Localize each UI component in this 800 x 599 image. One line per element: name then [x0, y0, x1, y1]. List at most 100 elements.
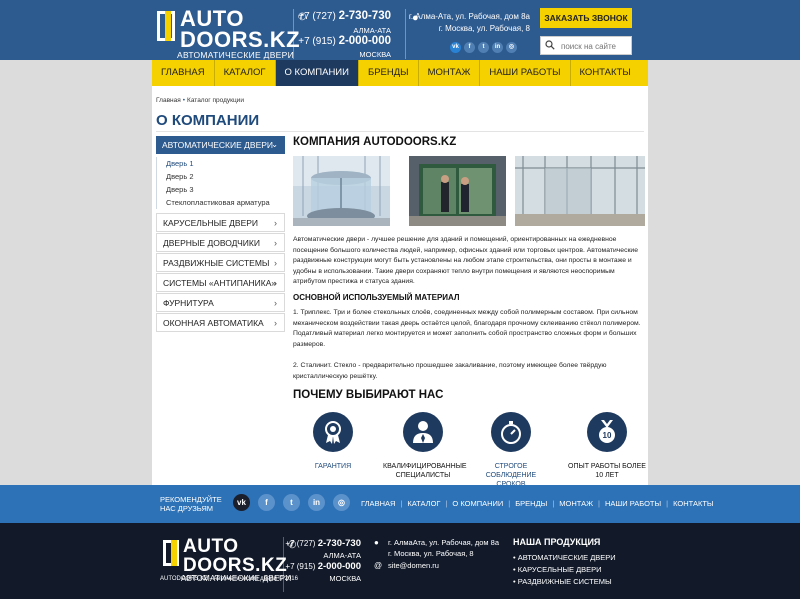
chevron-right-icon: ›: [274, 318, 277, 328]
vk-icon[interactable]: vk: [233, 494, 250, 511]
why-item-experience: 10 ОПЫТ РАБОТЫ БОЛЕЕ 10 ЛЕТ: [567, 412, 647, 480]
breadcrumb-separator: •: [182, 97, 186, 104]
footer-nav-brands[interactable]: БРЕНДЫ: [510, 499, 552, 508]
vk-icon[interactable]: vk: [450, 42, 461, 53]
intro-text: Автоматические двери - лучшее решение дл…: [293, 236, 639, 285]
footer-nav-home[interactable]: ГЛАВНАЯ: [356, 499, 400, 508]
footer-email[interactable]: @ site@domen.ru: [370, 561, 439, 570]
sidebar-subitem[interactable]: Стеклопластиковая арматура: [156, 196, 285, 209]
material-stalinit-text: 2. Сталинит. Стекло - предварительно про…: [293, 362, 607, 380]
nav-brands[interactable]: БРЕНДЫ: [359, 60, 419, 86]
share-social-links: vk f t in ◎: [233, 494, 350, 511]
chevron-right-icon: ›: [274, 258, 277, 268]
footer-nav-contacts[interactable]: КОНТАКТЫ: [668, 499, 718, 508]
content-area: Главная • Каталог продукции О КОМПАНИИ АВТ…: [152, 86, 648, 488]
product-label: РАЗДВИЖНЫЕ СИСТЕМЫ: [517, 577, 612, 586]
sidebar-item-door-closers[interactable]: ДВЕРНЫЕ ДОВОДЧИКИ ›: [156, 233, 285, 252]
linkedin-icon[interactable]: in: [308, 494, 325, 511]
location-pin-icon: ●: [374, 538, 379, 547]
facebook-icon[interactable]: f: [464, 42, 475, 53]
phone-city-moscow: МОСКВА: [359, 50, 391, 59]
page-title: О КОМПАНИИ: [156, 112, 260, 129]
at-sign-icon: @: [374, 561, 383, 570]
site-logo[interactable]: AUTO DOORS.KZ АВТОМАТИЧЕСКИЕ ДВЕРИ: [157, 8, 300, 60]
search-icon[interactable]: [545, 40, 555, 50]
main-nav: ГЛАВНАЯ КАТАЛОГ О КОМПАНИИ БРЕНДЫ МОНТАЖ…: [152, 60, 648, 86]
footer-nav-installation[interactable]: МОНТАЖ: [554, 499, 598, 508]
why-us-heading: ПОЧЕМУ ВЫБИРАЮТ НАС: [293, 389, 444, 401]
twitter-icon[interactable]: t: [478, 42, 489, 53]
footer-products: НАША ПРОДУКЦИЯ • АВТОМАТИЧЕСКИЕ ДВЕРИ • …: [513, 537, 616, 588]
instagram-icon[interactable]: ◎: [333, 494, 350, 511]
nav-home[interactable]: ГЛАВНАЯ: [152, 60, 215, 86]
sidebar-item-label: ДВЕРНЫЕ ДОВОДЧИКИ: [163, 238, 260, 248]
address-moscow: г. Москва, ул. Рабочая, 8: [438, 24, 530, 33]
sidebar: АВТОМАТИЧЕСКИЕ ДВЕРИ ⌄ Дверь 1 Дверь 2 Д…: [156, 136, 285, 332]
photo-revolving-door: [293, 156, 390, 226]
why-item-guarantee: ГАРАНТИЯ: [293, 412, 373, 471]
logo-text-line2: DOORS.KZ: [180, 27, 301, 52]
copyright: AUTODOORS.KZ - Автоматические двери © 20…: [160, 576, 298, 582]
product-link[interactable]: • РАЗДВИЖНЫЕ СИСТЕМЫ: [513, 576, 616, 588]
sidebar-item-window-automation[interactable]: ОКОННАЯ АВТОМАТИКА ›: [156, 313, 285, 332]
footer-nav-catalog[interactable]: КАТАЛОГ: [402, 499, 445, 508]
phone-almaty[interactable]: +7 (727) 2-730-730: [285, 538, 361, 549]
material-triplex-text: 1. Триплекс. Три и более стекольных слоё…: [293, 309, 641, 348]
phone-moscow[interactable]: +7 (915) 2-000-000: [285, 561, 361, 572]
stopwatch-icon: [491, 412, 531, 452]
recommend-text: РЕКОМЕНДУЙТЕ НАС ДРУЗЬЯМ: [160, 495, 222, 513]
door-logo-icon: [157, 11, 175, 41]
phone-moscow[interactable]: +7 (915) 2-000-000: [298, 35, 391, 47]
footer-nav-our-works[interactable]: НАШИ РАБОТЫ: [600, 499, 666, 508]
main-column: КОМПАНИЯ AUTODOORS.KZ Автоматические две…: [293, 136, 646, 488]
header-addresses: ● г. Алма-Ата, ул. Рабочая, дом 8а г. Мо…: [405, 9, 530, 59]
medal-10-icon: 10: [587, 412, 627, 452]
sidebar-item-hardware[interactable]: ФУРНИТУРА ›: [156, 293, 285, 312]
sidebar-item-label: РАЗДВИЖНЫЕ СИСТЕМЫ: [163, 258, 270, 268]
sidebar-item-label: КАРУСЕЛЬНЫЕ ДВЕРИ: [163, 218, 259, 228]
breadcrumb-home[interactable]: Главная: [156, 97, 181, 104]
nav-installation[interactable]: МОНТАЖ: [419, 60, 481, 86]
sidebar-item-carousel-doors[interactable]: КАРУСЕЛЬНЫЕ ДВЕРИ ›: [156, 213, 285, 232]
specialist-person-icon: [403, 412, 443, 452]
sidebar-subitem[interactable]: Дверь 3: [156, 183, 285, 196]
sidebar-item-sliding-systems[interactable]: РАЗДВИЖНЫЕ СИСТЕМЫ ›: [156, 253, 285, 272]
product-link[interactable]: • КАРУСЕЛЬНЫЕ ДВЕРИ: [513, 564, 616, 576]
company-heading: КОМПАНИЯ AUTODOORS.KZ: [293, 136, 457, 148]
twitter-icon[interactable]: t: [283, 494, 300, 511]
chevron-right-icon: ›: [274, 218, 277, 228]
address-text: г. АлмаАта, ул. Рабочая, дом 8а: [388, 538, 500, 547]
nav-contacts[interactable]: КОНТАКТЫ: [571, 60, 640, 86]
nav-about[interactable]: О КОМПАНИИ: [275, 60, 359, 86]
linkedin-icon[interactable]: in: [492, 42, 503, 53]
sidebar-subitem[interactable]: Дверь 2: [156, 170, 285, 183]
footer-nav-about[interactable]: О КОМПАНИИ: [447, 499, 508, 508]
search-input[interactable]: [561, 39, 629, 53]
facebook-icon[interactable]: f: [258, 494, 275, 511]
site-footer: AUTO DOORS.KZ АВТОМАТИЧЕСКИЕ ДВЕРИ AUTOD…: [0, 523, 800, 599]
sidebar-item-label: ФУРНИТУРА: [163, 298, 214, 308]
nav-our-works[interactable]: НАШИ РАБОТЫ: [480, 60, 571, 86]
callback-button[interactable]: ЗАКАЗАТЬ ЗВОНОК: [540, 8, 632, 28]
sidebar-subitem[interactable]: Дверь 1: [156, 157, 285, 170]
products-title: НАША ПРОДУКЦИЯ: [513, 537, 601, 547]
chevron-right-icon: ›: [274, 278, 277, 288]
sidebar-section-automatic-doors[interactable]: АВТОМАТИЧЕСКИЕ ДВЕРИ ⌄: [156, 136, 285, 154]
footer-address-moscow: г. Москва, ул. Рабочая, 8: [370, 549, 474, 558]
photo-sliding-door: [515, 156, 645, 226]
breadcrumb: Главная • Каталог продукции: [156, 97, 244, 104]
phone-city-almaty: АЛМА-АТА: [323, 551, 361, 560]
sidebar-item-label: СИСТЕМЫ «АНТИПАНИКА»: [163, 278, 277, 288]
nav-catalog[interactable]: КАТАЛОГ: [215, 60, 276, 86]
why-item-specialists: КВАЛИФИЦИРОВАННЫЕ СПЕЦИАЛИСТЫ: [383, 412, 467, 480]
sidebar-section-label: АВТОМАТИЧЕСКИЕ ДВЕРИ: [162, 140, 274, 150]
header-phones: ✆ +7 (727) 2-730-730 АЛМА-АТА +7 (915) 2…: [293, 9, 393, 59]
product-link[interactable]: • АВТОМАТИЧЕСКИЕ ДВЕРИ: [513, 552, 616, 564]
logo-text-line2: DOORS.KZ: [183, 555, 288, 576]
why-item-label: КВАЛИФИЦИРОВАННЫЕ СПЕЦИАЛИСТЫ: [383, 463, 467, 479]
why-item-deadlines: СТРОГОЕ СОБЛЮДЕНИЕ СРОКОВ: [471, 412, 551, 489]
chevron-right-icon: ›: [274, 298, 277, 308]
instagram-icon[interactable]: ◎: [506, 42, 517, 53]
sidebar-item-antipanic[interactable]: СИСТЕМЫ «АНТИПАНИКА» ›: [156, 273, 285, 292]
phone-almaty[interactable]: +7 (727) 2-730-730: [298, 10, 391, 22]
